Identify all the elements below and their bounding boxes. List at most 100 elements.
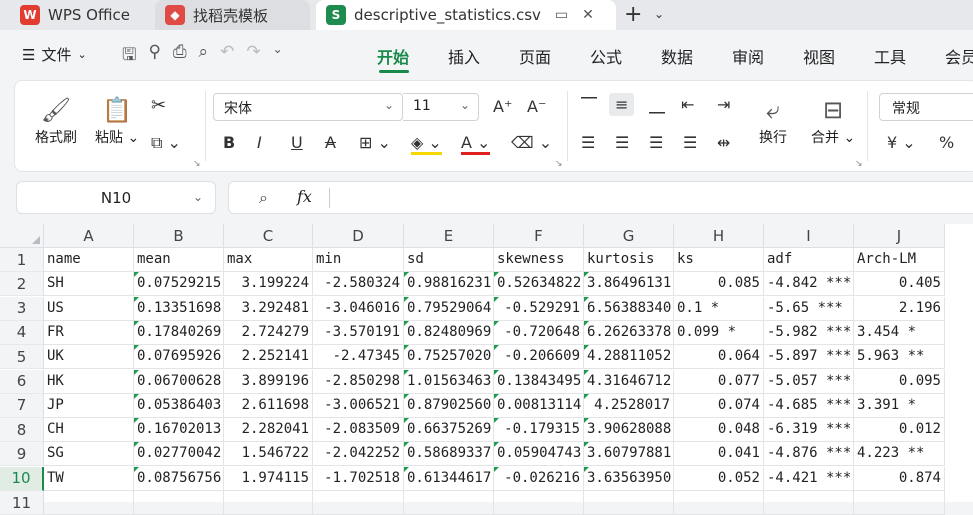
table-cell[interactable] <box>44 491 134 515</box>
monitor-icon[interactable]: ▭ <box>555 7 568 23</box>
distribute-icon[interactable]: ⇹ <box>717 133 730 152</box>
table-cell[interactable]: 0.095 <box>854 369 945 394</box>
decrease-font-icon[interactable]: A⁻ <box>527 97 546 116</box>
font-size-select[interactable]: 11 ⌄ <box>403 93 479 121</box>
table-cell[interactable]: 0.16702013 <box>134 418 224 443</box>
font-name-select[interactable]: 宋体 ⌄ <box>213 93 403 121</box>
table-cell[interactable]: 0.06700628 <box>134 369 224 394</box>
percent-button[interactable]: % <box>939 133 954 152</box>
table-cell[interactable]: -1.702518 <box>313 466 404 491</box>
table-cell[interactable]: 0.041 <box>674 442 764 467</box>
table-cell[interactable]: 1.546722 <box>224 442 313 467</box>
tab-member[interactable]: 会员 <box>945 44 973 68</box>
table-cell[interactable]: 0.61344617 <box>404 466 494 491</box>
row-header[interactable]: 3 <box>0 296 44 321</box>
table-cell[interactable]: 0.1 * <box>674 296 764 321</box>
formula-bar[interactable]: ⌕ fx <box>228 181 973 214</box>
table-cell[interactable]: 0.048 <box>674 418 764 443</box>
table-cell[interactable]: 0.02770042 <box>134 442 224 467</box>
spreadsheet-grid[interactable]: A B C D E F G H I J 1 2 3 4 5 6 7 8 9 10 11 name mean max min sd s… <box>0 224 973 515</box>
table-cell[interactable]: 0.874 <box>854 466 945 491</box>
tab-formula[interactable]: 公式 <box>590 44 661 68</box>
table-cell[interactable]: 0.79529064 <box>404 296 494 321</box>
table-cell[interactable]: skewness <box>494 248 584 272</box>
table-cell[interactable]: 0.07529215 <box>134 272 224 297</box>
tab-review[interactable]: 审阅 <box>732 44 803 68</box>
table-cell[interactable]: max <box>224 248 313 272</box>
table-cell[interactable]: -4.685 *** <box>764 393 854 418</box>
save-icon[interactable]: 🖫 <box>122 42 136 71</box>
row-header[interactable]: 4 <box>0 320 44 345</box>
column-header[interactable]: F <box>494 224 584 248</box>
row-header[interactable]: 5 <box>0 345 44 370</box>
column-header[interactable]: D <box>313 224 404 248</box>
table-cell[interactable]: 6.26263378 <box>584 320 674 345</box>
table-cell[interactable]: -4.876 *** <box>764 442 854 467</box>
table-cell[interactable]: 0.052 <box>674 466 764 491</box>
fill-color-icon[interactable]: ◈ ⌄ <box>411 133 442 155</box>
undo-icon[interactable]: ↶ <box>220 42 234 71</box>
table-cell[interactable]: 0.82480969 <box>404 320 494 345</box>
table-cell[interactable]: 0.98816231 <box>404 272 494 297</box>
tab-page[interactable]: 页面 <box>519 44 590 68</box>
increase-font-icon[interactable]: A⁺ <box>493 97 512 116</box>
table-cell[interactable]: TW <box>44 466 134 491</box>
redo-icon[interactable]: ↷ <box>246 42 260 71</box>
table-cell[interactable]: 0.099 * <box>674 320 764 345</box>
align-right-icon[interactable]: ☰ <box>649 133 663 152</box>
tab-view[interactable]: 视图 <box>803 44 874 68</box>
name-box[interactable]: N10 ⌄ <box>16 181 216 214</box>
table-cell[interactable]: 5.963 ** <box>854 345 945 370</box>
table-cell[interactable] <box>764 491 854 515</box>
wrap-text-button[interactable]: ⤶ 换行 <box>759 93 787 147</box>
clear-format-icon[interactable]: ⌫ ⌄ <box>511 133 552 152</box>
table-cell[interactable]: -6.319 *** <box>764 418 854 443</box>
format-painter-button[interactable]: 🖌 格式刷 <box>35 93 77 147</box>
bold-button[interactable]: B <box>223 133 235 152</box>
table-cell[interactable]: 0.58689337 <box>404 442 494 467</box>
table-cell[interactable]: kurtosis <box>584 248 674 272</box>
table-cell[interactable]: 0.012 <box>854 418 945 443</box>
tab-tools[interactable]: 工具 <box>874 44 945 68</box>
tab-data[interactable]: 数据 <box>661 44 732 68</box>
table-cell[interactable]: mean <box>134 248 224 272</box>
table-cell[interactable]: 2.196 <box>854 296 945 321</box>
table-cell[interactable]: 0.08756756 <box>134 466 224 491</box>
row-header[interactable]: 11 <box>0 491 44 515</box>
table-cell[interactable]: 3.199224 <box>224 272 313 297</box>
table-cell[interactable]: 6.56388340 <box>584 296 674 321</box>
table-cell[interactable]: 3.899196 <box>224 369 313 394</box>
table-cell[interactable] <box>674 491 764 515</box>
row-header[interactable]: 8 <box>0 418 44 443</box>
underline-button[interactable]: U <box>291 133 303 152</box>
table-cell[interactable]: US <box>44 296 134 321</box>
merge-button[interactable]: ⊟ 合并 ⌄ <box>811 93 855 147</box>
table-cell[interactable]: 0.05386403 <box>134 393 224 418</box>
table-cell[interactable]: -2.850298 <box>313 369 404 394</box>
table-cell[interactable]: -3.046016 <box>313 296 404 321</box>
table-cell[interactable] <box>584 491 674 515</box>
table-cell[interactable]: 1.974115 <box>224 466 313 491</box>
table-cell[interactable]: 4.223 ** <box>854 442 945 467</box>
table-cell[interactable]: -2.083509 <box>313 418 404 443</box>
table-cell[interactable]: -5.65 *** <box>764 296 854 321</box>
table-cell[interactable]: 3.63563950 <box>584 466 674 491</box>
share-icon[interactable]: ⚲ <box>148 42 160 71</box>
table-cell[interactable]: -0.720648 <box>494 320 584 345</box>
table-cell[interactable]: -2.47345 <box>313 345 404 370</box>
table-cell[interactable]: 0.064 <box>674 345 764 370</box>
table-cell[interactable]: 0.87902560 <box>404 393 494 418</box>
table-cell[interactable]: 0.00813114 <box>494 393 584 418</box>
copy-icon[interactable]: ⧉ ⌄ <box>151 133 181 153</box>
select-all-corner[interactable] <box>0 224 44 248</box>
font-expand-icon[interactable]: ↘ <box>555 159 563 169</box>
table-cell[interactable]: -5.982 *** <box>764 320 854 345</box>
row-header[interactable]: 7 <box>0 393 44 418</box>
zoom-icon[interactable]: ⌕ <box>259 188 268 208</box>
table-cell[interactable]: 0.07695926 <box>134 345 224 370</box>
table-cell[interactable]: 2.252141 <box>224 345 313 370</box>
table-cell[interactable]: 4.2528017 <box>584 393 674 418</box>
column-header[interactable]: I <box>764 224 854 248</box>
italic-button[interactable]: I <box>257 133 262 152</box>
row-header[interactable]: 1 <box>0 248 44 272</box>
